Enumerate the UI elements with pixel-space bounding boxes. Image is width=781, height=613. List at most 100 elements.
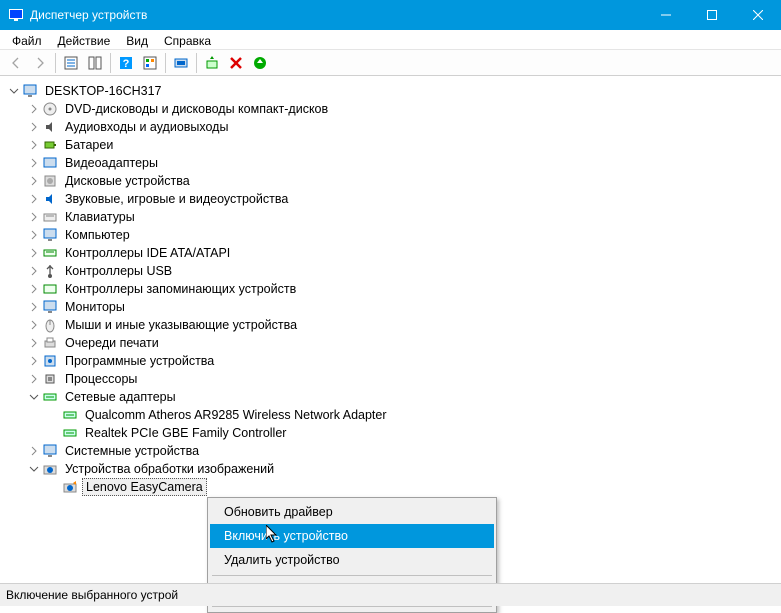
system-icon bbox=[42, 443, 58, 459]
tree-item[interactable]: Контроллеры USB bbox=[6, 262, 781, 280]
chevron-right-icon[interactable] bbox=[26, 281, 42, 297]
maximize-button[interactable] bbox=[689, 0, 735, 30]
app-icon bbox=[8, 7, 24, 23]
scan-hardware-button[interactable] bbox=[170, 52, 192, 74]
chevron-down-icon[interactable] bbox=[6, 83, 22, 99]
chevron-right-icon[interactable] bbox=[26, 155, 42, 171]
tree-item-label[interactable]: Клавиатуры bbox=[62, 209, 138, 225]
chevron-right-icon[interactable] bbox=[26, 101, 42, 117]
chevron-right-icon[interactable] bbox=[26, 335, 42, 351]
menu-file[interactable]: Файл bbox=[4, 32, 50, 50]
menubar: Файл Действие Вид Справка bbox=[0, 30, 781, 50]
nic-icon bbox=[42, 389, 58, 405]
tree-item-label[interactable]: Процессоры bbox=[62, 371, 140, 387]
tree-item[interactable]: Контроллеры IDE ATA/ATAPI bbox=[6, 244, 781, 262]
separator bbox=[212, 575, 492, 576]
help-button[interactable]: ? bbox=[115, 52, 137, 74]
tree-item[interactable]: Системные устройства bbox=[6, 442, 781, 460]
chevron-right-icon[interactable] bbox=[26, 191, 42, 207]
tree-item-label[interactable]: Компьютер bbox=[62, 227, 133, 243]
chevron-down-icon[interactable] bbox=[26, 389, 42, 405]
properties-button[interactable] bbox=[60, 52, 82, 74]
uninstall-button[interactable] bbox=[225, 52, 247, 74]
ctx-delete-device[interactable]: Удалить устройство bbox=[210, 548, 494, 572]
chevron-right-icon[interactable] bbox=[26, 119, 42, 135]
tree-item-label[interactable]: Мыши и иные указывающие устройства bbox=[62, 317, 300, 333]
forward-button bbox=[29, 52, 51, 74]
chevron-right-icon[interactable] bbox=[26, 371, 42, 387]
tree-item[interactable]: Realtek PCIe GBE Family Controller bbox=[6, 424, 781, 442]
chevron-right-icon[interactable] bbox=[26, 299, 42, 315]
tree-item-label[interactable]: Qualcomm Atheros AR9285 Wireless Network… bbox=[82, 407, 390, 423]
tree-item-label[interactable]: Батареи bbox=[62, 137, 116, 153]
tree-item[interactable]: Клавиатуры bbox=[6, 208, 781, 226]
tree-item-label[interactable]: Мониторы bbox=[62, 299, 128, 315]
tree-item[interactable]: DVD-дисководы и дисководы компакт-дисков bbox=[6, 100, 781, 118]
chevron-right-icon[interactable] bbox=[26, 263, 42, 279]
minimize-button[interactable] bbox=[643, 0, 689, 30]
tree-item-label[interactable]: Контроллеры запоминающих устройств bbox=[62, 281, 299, 297]
tree-item[interactable]: Lenovo EasyCamera bbox=[6, 478, 781, 496]
tree-item-label[interactable]: Очереди печати bbox=[62, 335, 162, 351]
tree-item-label[interactable]: Звуковые, игровые и видеоустройства bbox=[62, 191, 291, 207]
computer-icon bbox=[22, 83, 38, 99]
chevron-right-icon[interactable] bbox=[26, 317, 42, 333]
chevron-right-icon[interactable] bbox=[26, 173, 42, 189]
tree-item-label[interactable]: Программные устройства bbox=[62, 353, 217, 369]
tree-item[interactable]: Процессоры bbox=[6, 370, 781, 388]
menu-action[interactable]: Действие bbox=[50, 32, 119, 50]
tree-item[interactable]: Контроллеры запоминающих устройств bbox=[6, 280, 781, 298]
view-button[interactable] bbox=[139, 52, 161, 74]
tree-item[interactable]: Видеоадаптеры bbox=[6, 154, 781, 172]
tree-item-label[interactable]: Видеоадаптеры bbox=[62, 155, 161, 171]
tree-item-label[interactable]: Realtek PCIe GBE Family Controller bbox=[82, 425, 289, 441]
tree-item[interactable]: Мыши и иные указывающие устройства bbox=[6, 316, 781, 334]
tree-item[interactable]: Дисковые устройства bbox=[6, 172, 781, 190]
tree-item[interactable]: Компьютер bbox=[6, 226, 781, 244]
ctx-update-driver[interactable]: Обновить драйвер bbox=[210, 500, 494, 524]
tree-item-label[interactable]: Устройства обработки изображений bbox=[62, 461, 277, 477]
tree-item[interactable]: Qualcomm Atheros AR9285 Wireless Network… bbox=[6, 406, 781, 424]
tree-item[interactable]: Очереди печати bbox=[6, 334, 781, 352]
tree-item-label[interactable]: DVD-дисководы и дисководы компакт-дисков bbox=[62, 101, 331, 117]
chevron-down-icon[interactable] bbox=[26, 461, 42, 477]
tree-root[interactable]: DESKTOP-16CH317 bbox=[42, 83, 165, 99]
swdev-icon bbox=[42, 353, 58, 369]
monitors-icon bbox=[42, 299, 58, 315]
status-text: Включение выбранного устрой bbox=[6, 588, 178, 602]
update-driver-button[interactable] bbox=[201, 52, 223, 74]
tree-item-label[interactable]: Аудиовходы и аудиовыходы bbox=[62, 119, 231, 135]
ctx-enable-device[interactable]: Включить устройство bbox=[210, 524, 494, 548]
tree-item-label[interactable]: Сетевые адаптеры bbox=[62, 389, 179, 405]
chevron-right-icon[interactable] bbox=[26, 137, 42, 153]
tree-item[interactable]: Программные устройства bbox=[6, 352, 781, 370]
toolbar-separator bbox=[55, 53, 56, 73]
tree-item-label[interactable]: Контроллеры IDE ATA/ATAPI bbox=[62, 245, 233, 261]
video-icon bbox=[42, 155, 58, 171]
tree-item-label[interactable]: Дисковые устройства bbox=[62, 173, 193, 189]
enable-button[interactable] bbox=[249, 52, 271, 74]
chevron-right-icon[interactable] bbox=[26, 353, 42, 369]
tree-item[interactable]: Аудиовходы и аудиовыходы bbox=[6, 118, 781, 136]
storage-icon bbox=[42, 281, 58, 297]
tree-item-label[interactable]: Контроллеры USB bbox=[62, 263, 175, 279]
svg-text:?: ? bbox=[123, 58, 130, 70]
tree-item[interactable]: Сетевые адаптеры bbox=[6, 388, 781, 406]
tree-item-label[interactable]: Lenovo EasyCamera bbox=[82, 478, 207, 496]
close-button[interactable] bbox=[735, 0, 781, 30]
chevron-right-icon[interactable] bbox=[26, 245, 42, 261]
tree-item[interactable]: Мониторы bbox=[6, 298, 781, 316]
chevron-right-icon[interactable] bbox=[26, 443, 42, 459]
ide-icon bbox=[42, 245, 58, 261]
tree-item-label[interactable]: Системные устройства bbox=[62, 443, 202, 459]
tree-item[interactable]: Устройства обработки изображений bbox=[6, 460, 781, 478]
show-hidden-button[interactable] bbox=[84, 52, 106, 74]
chevron-right-icon[interactable] bbox=[26, 227, 42, 243]
tree-item[interactable]: Звуковые, игровые и видеоустройства bbox=[6, 190, 781, 208]
media-icon bbox=[42, 191, 58, 207]
menu-help[interactable]: Справка bbox=[156, 32, 219, 50]
chevron-right-icon[interactable] bbox=[26, 209, 42, 225]
menu-view[interactable]: Вид bbox=[118, 32, 156, 50]
computer-icon bbox=[42, 227, 58, 243]
tree-item[interactable]: Батареи bbox=[6, 136, 781, 154]
